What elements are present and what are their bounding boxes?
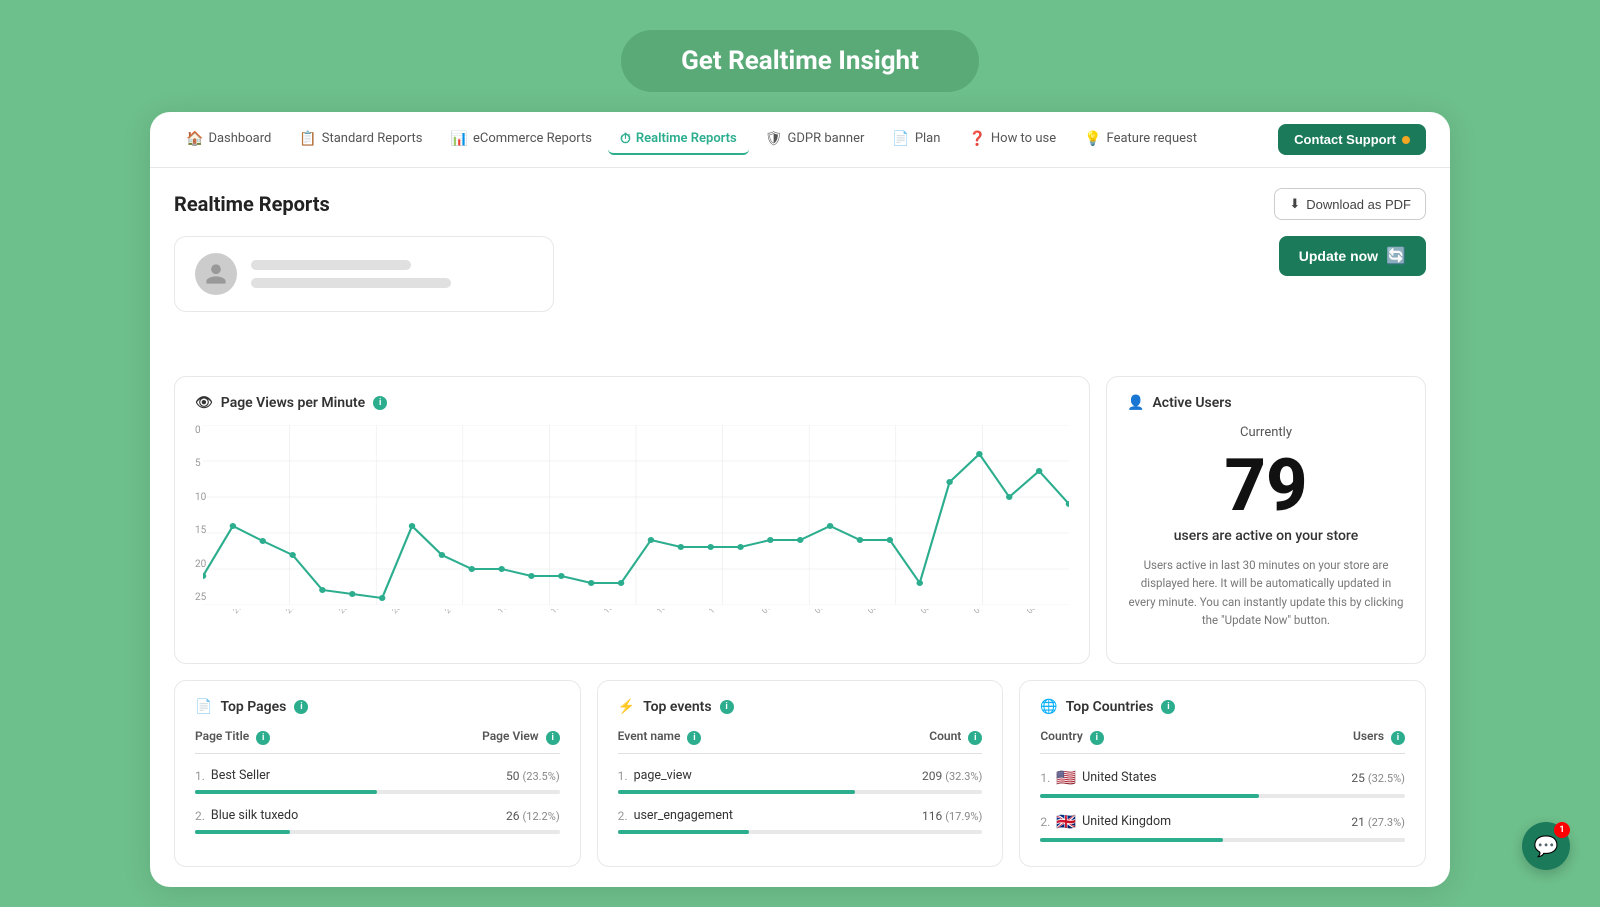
person-icon: 👤 [1127, 395, 1144, 411]
top-events-title: ⚡ Top events i [618, 699, 983, 715]
bar-chart-icon: 📊 [451, 131, 468, 147]
nav-item-ecommerce-reports[interactable]: 📊 eCommerce Reports [439, 125, 604, 155]
top-countries-row-1: 1. 🇺🇸 United States 25 (32.5%) [1040, 760, 1405, 791]
banner-title: Get Realtime Insight [681, 46, 919, 76]
nav-item-how-to-use[interactable]: ❓ How to use [956, 125, 1068, 155]
top-events-bar-2 [618, 830, 983, 834]
flag-us: 🇺🇸 [1056, 768, 1076, 787]
download-icon: ⬇ [1289, 196, 1300, 212]
notification-dot [1402, 136, 1410, 144]
top-events-col2: Count i [929, 729, 982, 745]
top-banner: Get Realtime Insight [621, 30, 979, 92]
active-users-description: Users active in last 30 minutes on your … [1127, 556, 1405, 630]
top-countries-row-2: 2. 🇬🇧 United Kingdom 21 (27.3%) [1040, 804, 1405, 835]
col2-info-icon[interactable]: i [546, 731, 560, 745]
top-pages-col1: Page Title i [195, 729, 270, 745]
loading-placeholder [251, 260, 451, 288]
col1-info-icon[interactable]: i [256, 731, 270, 745]
nav-bar: 🏠 Dashboard 📋 Standard Reports 📊 eCommer… [150, 112, 1450, 168]
top-countries-table-header: Country i Users i [1040, 729, 1405, 754]
top-countries-title: 🌐 Top Countries i [1040, 699, 1405, 715]
page-views-card: 👁 Page Views per Minute i 25 20 15 10 5 … [174, 376, 1090, 664]
nav-item-standard-reports[interactable]: 📋 Standard Reports [287, 125, 434, 155]
y-axis-labels: 25 20 15 10 5 0 [195, 425, 206, 605]
update-now-button[interactable]: Update now 🔄 [1279, 236, 1426, 276]
top-countries-bar-1 [1040, 794, 1405, 798]
top-events-bar-1 [618, 790, 983, 794]
active-users-card-title: 👤 Active Users [1127, 395, 1405, 411]
nav-item-gdpr[interactable]: 🛡 GDPR banner [753, 125, 877, 155]
flag-gb: 🇬🇧 [1056, 812, 1076, 831]
active-users-card: 👤 Active Users Currently 79 users are ac… [1106, 376, 1426, 664]
pages-icon: 📄 [195, 699, 212, 715]
nav-item-plan[interactable]: 📄 Plan [880, 125, 952, 155]
top-pages-row-1: 1. Best Seller 50 (23.5%) [195, 760, 560, 787]
chart-svg [203, 425, 1069, 605]
clock-icon: ⏱ [620, 131, 631, 147]
download-pdf-button[interactable]: ⬇ Download as PDF [1274, 188, 1426, 220]
top-events-table-header: Event name i Count i [618, 729, 983, 754]
page-title: Realtime Reports [174, 192, 330, 216]
nav-item-feature-request[interactable]: 💡 Feature request [1072, 125, 1209, 155]
active-users-sub-label: users are active on your store [1127, 528, 1405, 544]
top-pages-title: 📄 Top Pages i [195, 699, 560, 715]
top-pages-card: 📄 Top Pages i Page Title i Page View i [174, 680, 581, 867]
events-icon: ⚡ [618, 699, 635, 715]
loading-line-2 [251, 278, 451, 288]
question-icon: ❓ [968, 131, 985, 147]
top-countries-bar-2 [1040, 838, 1405, 842]
top-countries-info-icon[interactable]: i [1161, 700, 1175, 714]
main-content: Realtime Reports ⬇ Download as PDF [150, 168, 1450, 887]
user-avatar-icon [204, 262, 228, 286]
currently-label: Currently [1127, 425, 1405, 440]
top-pages-info-icon[interactable]: i [294, 700, 308, 714]
loading-line-1 [251, 260, 411, 270]
shield-icon: 🛡 [765, 131, 783, 147]
top-pages-col2: Page View i [482, 729, 560, 745]
app-container: 🏠 Dashboard 📋 Standard Reports 📊 eCommer… [150, 112, 1450, 887]
events-col1-info[interactable]: i [687, 731, 701, 745]
nav-item-realtime-reports[interactable]: ⏱ Realtime Reports [608, 125, 749, 155]
top-pages-table-header: Page Title i Page View i [195, 729, 560, 754]
contact-support-button[interactable]: Contact Support [1278, 124, 1426, 155]
top-grid: 👁 Page Views per Minute i 25 20 15 10 5 … [174, 376, 1426, 664]
countries-col2-info[interactable]: i [1391, 731, 1405, 745]
chat-button[interactable]: 💬 1 [1522, 822, 1570, 870]
home-icon: 🏠 [186, 131, 203, 147]
avatar [195, 253, 237, 295]
lightbulb-icon: 💡 [1084, 131, 1101, 147]
top-countries-card: 🌐 Top Countries i Country i Users i [1019, 680, 1426, 867]
top-events-row-1: 1. page_view 209 (32.3%) [618, 760, 983, 787]
profile-card [174, 236, 554, 312]
chart-card-title: 👁 Page Views per Minute i [195, 395, 1069, 411]
bottom-grid: 📄 Top Pages i Page Title i Page View i [174, 680, 1426, 867]
active-users-count: 79 [1127, 450, 1405, 522]
globe-icon: 🌐 [1040, 699, 1057, 715]
chat-badge: 1 [1554, 822, 1570, 838]
nav-item-dashboard[interactable]: 🏠 Dashboard [174, 125, 283, 155]
top-pages-row-2: 2. Blue silk tuxedo 26 (12.2%) [195, 800, 560, 827]
top-countries-col1: Country i [1040, 729, 1103, 745]
top-events-info-icon[interactable]: i [720, 700, 734, 714]
top-pages-bar-1 [195, 790, 560, 794]
refresh-icon: 🔄 [1386, 246, 1406, 266]
document-icon: 📄 [892, 131, 909, 147]
eye-icon: 👁 [195, 395, 213, 411]
chart-info-icon[interactable]: i [373, 396, 387, 410]
chart-area: 25 20 15 10 5 0 [195, 425, 1069, 645]
top-events-col1: Event name i [618, 729, 702, 745]
top-pages-bar-2 [195, 830, 560, 834]
countries-col1-info[interactable]: i [1090, 731, 1104, 745]
chat-icon: 💬 [1534, 834, 1559, 858]
top-events-row-2: 2. user_engagement 116 (17.9%) [618, 800, 983, 827]
report-icon: 📋 [299, 131, 316, 147]
page-header: Realtime Reports ⬇ Download as PDF [174, 188, 1426, 220]
events-col2-info[interactable]: i [968, 731, 982, 745]
top-events-card: ⚡ Top events i Event name i Count i [597, 680, 1004, 867]
top-countries-col2: Users i [1353, 729, 1405, 745]
